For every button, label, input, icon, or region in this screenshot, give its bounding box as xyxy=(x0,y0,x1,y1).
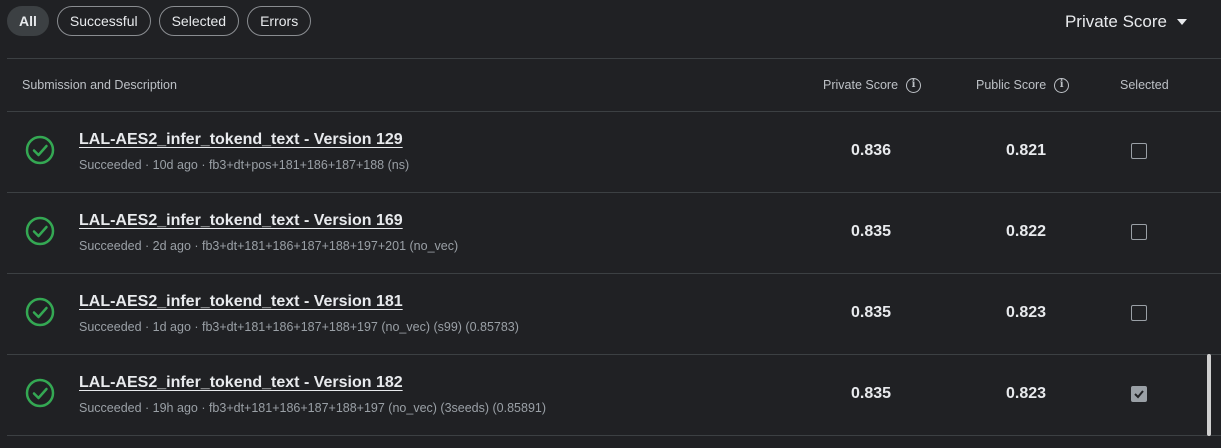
submission-description: Succeeded · 10d ago · fb3+dt+pos+181+186… xyxy=(79,158,410,172)
checkmark-icon xyxy=(1134,390,1144,399)
table-row: LAL-AES2_infer_tokend_text - Version 129… xyxy=(7,112,1221,193)
public-score-value: 0.822 xyxy=(1005,223,1047,240)
select-checkbox[interactable] xyxy=(1131,143,1147,159)
table-row: LAL-AES2_infer_tokend_text - Version 182… xyxy=(7,355,1221,436)
scrollbar-thumb[interactable] xyxy=(1207,354,1211,436)
table-header: Submission and Description Private Score… xyxy=(7,59,1221,112)
submission-column-header: Submission and Description xyxy=(22,59,177,111)
public-score-value: 0.823 xyxy=(1005,385,1047,402)
submission-description: Succeeded · 1d ago · fb3+dt+181+186+187+… xyxy=(79,320,519,334)
public-score-column-header[interactable]: Public Score i xyxy=(976,59,1070,111)
submission-column-label: Submission and Description xyxy=(22,78,177,92)
info-icon[interactable]: i xyxy=(1054,77,1070,93)
sort-label: Private Score xyxy=(1064,12,1167,31)
success-check-icon xyxy=(25,378,55,408)
submission-title-link[interactable]: LAL-AES2_infer_tokend_text - Version 182 xyxy=(79,374,403,392)
sort-dropdown[interactable]: Private Score xyxy=(1065,12,1187,32)
selected-column-header: Selected xyxy=(1120,59,1169,111)
private-score-column-label: Private Score xyxy=(823,78,899,92)
success-check-icon xyxy=(25,135,55,165)
selected-column-label: Selected xyxy=(1120,78,1169,92)
private-score-value: 0.836 xyxy=(850,142,892,159)
filter-chips: All Successful Selected Errors xyxy=(7,6,312,36)
submission-description: Succeeded · 2d ago · fb3+dt+181+186+187+… xyxy=(79,239,459,253)
info-icon[interactable]: i xyxy=(906,77,922,93)
submission-title-link[interactable]: LAL-AES2_infer_tokend_text - Version 181 xyxy=(79,293,403,311)
filter-all-chip[interactable]: All xyxy=(7,6,49,36)
private-score-value: 0.835 xyxy=(850,304,892,321)
submission-description: Succeeded · 19h ago · fb3+dt+181+186+187… xyxy=(79,401,547,415)
filter-selected-chip[interactable]: Selected xyxy=(158,6,240,36)
public-score-value: 0.823 xyxy=(1005,304,1047,321)
success-check-icon xyxy=(25,216,55,246)
public-score-column-label: Public Score xyxy=(976,78,1047,92)
submission-title-link[interactable]: LAL-AES2_infer_tokend_text - Version 169 xyxy=(79,212,403,230)
table-row: LAL-AES2_infer_tokend_text - Version 169… xyxy=(7,193,1221,274)
submissions-list: LAL-AES2_infer_tokend_text - Version 129… xyxy=(7,112,1221,436)
select-checkbox[interactable] xyxy=(1131,305,1147,321)
select-checkbox[interactable] xyxy=(1131,386,1147,402)
filter-successful-chip[interactable]: Successful xyxy=(56,6,151,36)
private-score-column-header[interactable]: Private Score i xyxy=(823,59,922,111)
caret-down-icon xyxy=(1177,19,1187,25)
private-score-value: 0.835 xyxy=(850,385,892,402)
filter-errors-chip[interactable]: Errors xyxy=(247,6,312,36)
public-score-value: 0.821 xyxy=(1005,142,1047,159)
submission-title-link[interactable]: LAL-AES2_infer_tokend_text - Version 129 xyxy=(79,131,403,149)
table-row: LAL-AES2_infer_tokend_text - Version 181… xyxy=(7,274,1221,355)
private-score-value: 0.835 xyxy=(850,223,892,240)
success-check-icon xyxy=(25,297,55,327)
select-checkbox[interactable] xyxy=(1131,224,1147,240)
